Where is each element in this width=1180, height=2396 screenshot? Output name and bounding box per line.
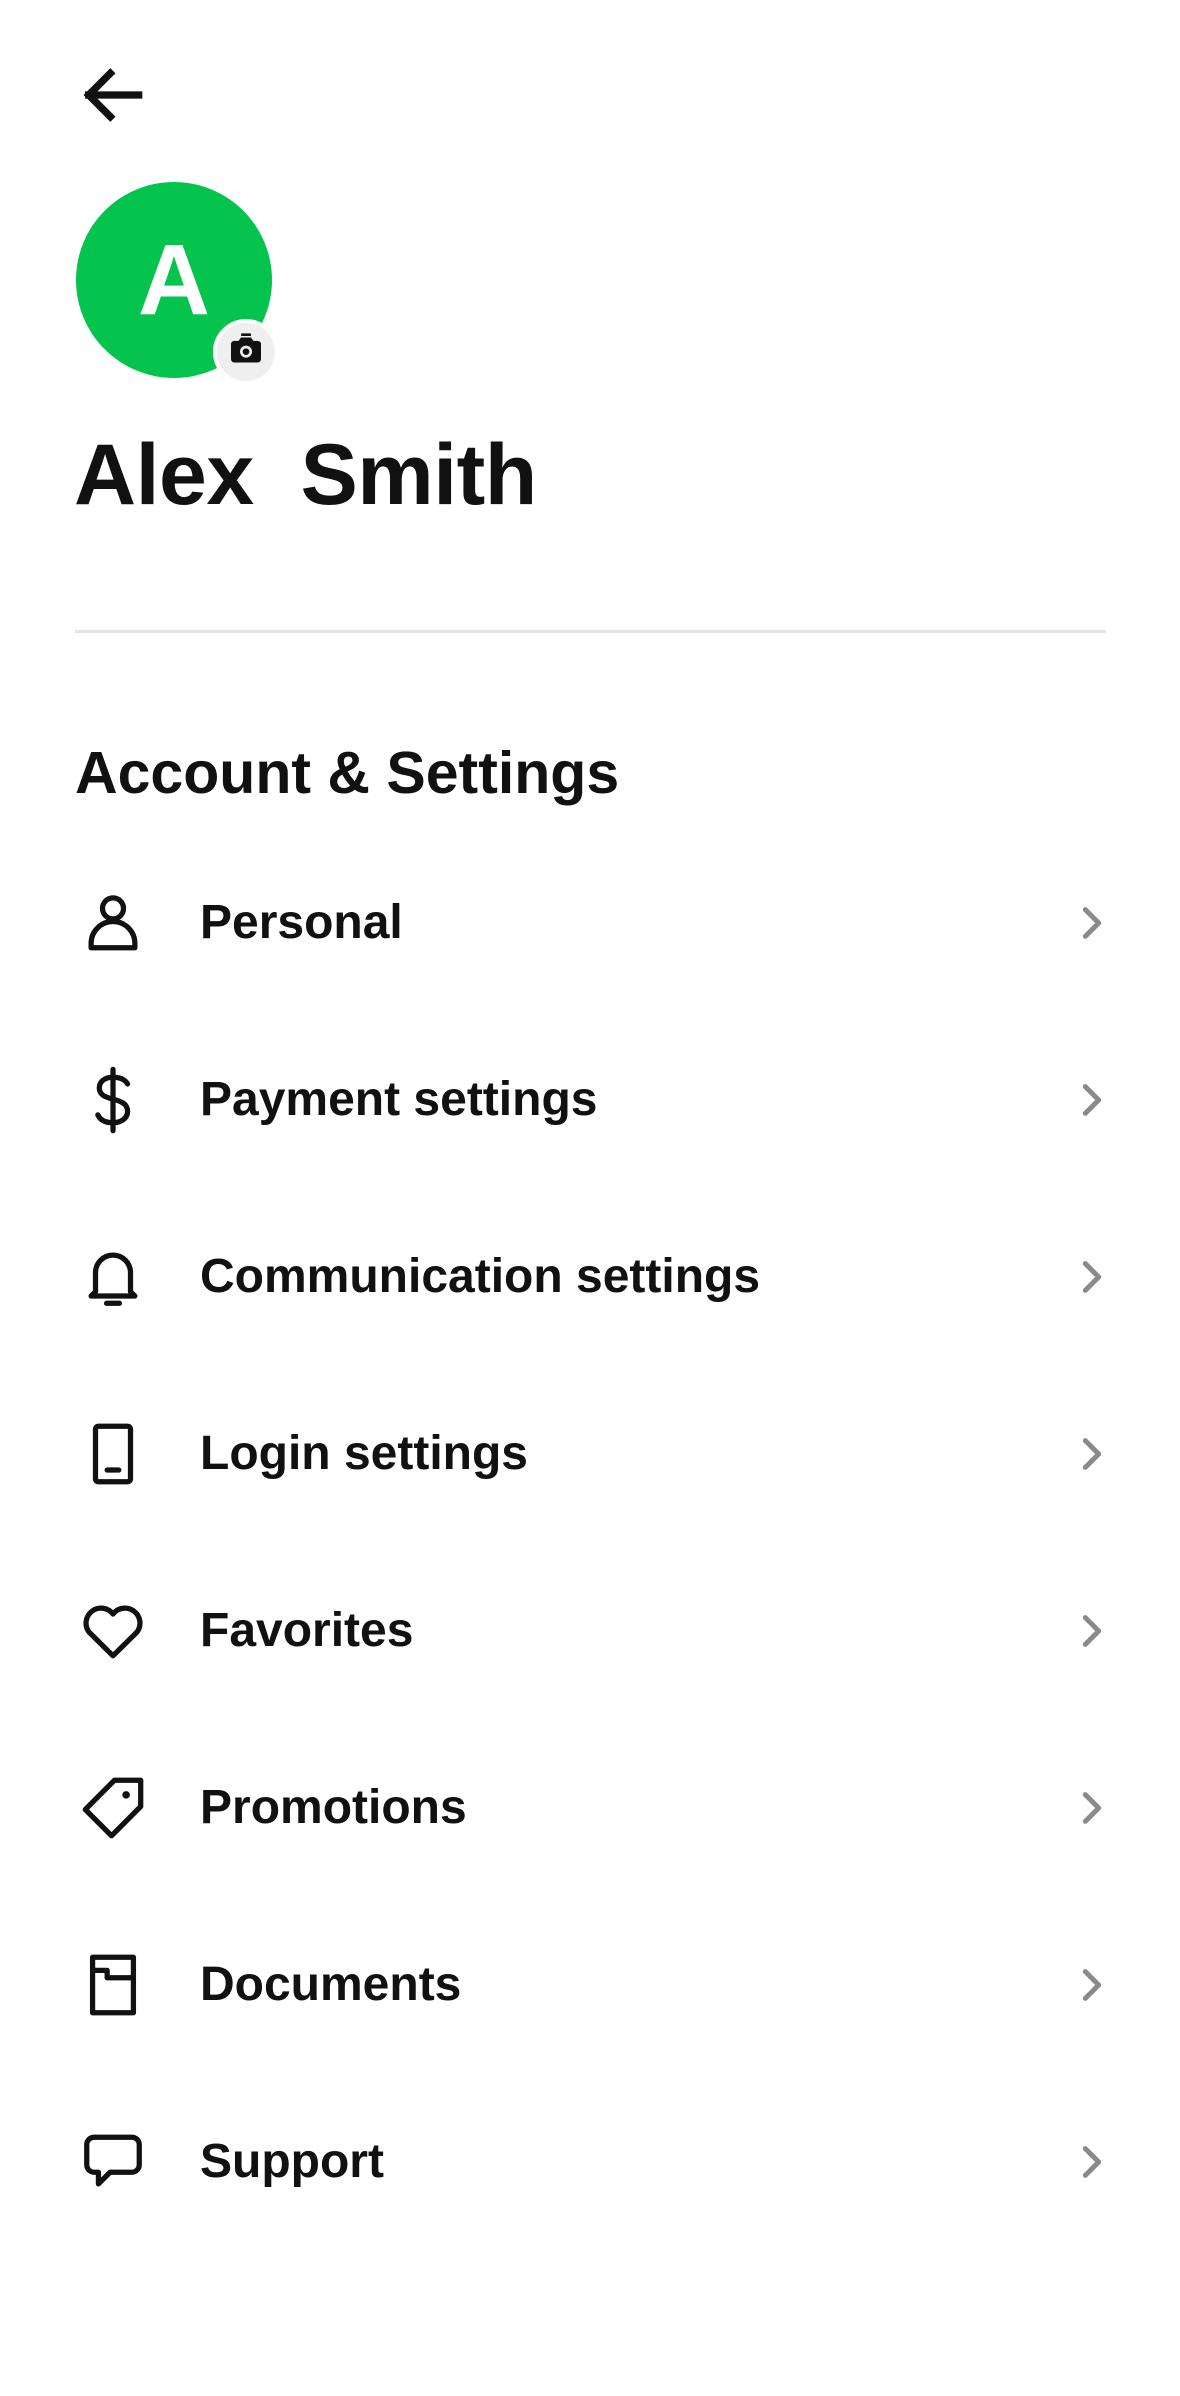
chevron-right-icon xyxy=(1072,1434,1112,1474)
chevron-right-icon xyxy=(1072,1788,1112,1828)
back-button[interactable] xyxy=(62,52,162,142)
menu-item-favorites[interactable]: Favorites xyxy=(0,1543,1180,1720)
menu-item-communication-settings[interactable]: Communication settings xyxy=(0,1189,1180,1366)
chevron-right-icon xyxy=(1072,2142,1112,2182)
phone-icon xyxy=(78,1419,148,1489)
menu-item-documents[interactable]: Documents xyxy=(0,1897,1180,2074)
menu-item-label: Personal xyxy=(200,896,403,949)
menu-item-promotions[interactable]: Promotions xyxy=(0,1720,1180,1897)
avatar-initial: A xyxy=(137,224,211,336)
menu-item-label: Login settings xyxy=(200,1427,528,1480)
bell-icon xyxy=(78,1242,148,1312)
divider xyxy=(75,630,1106,633)
menu-item-label: Payment settings xyxy=(200,1073,598,1126)
person-icon xyxy=(78,888,148,958)
menu-item-label: Documents xyxy=(200,1958,462,2011)
document-icon xyxy=(78,1950,148,2020)
menu-item-label: Promotions xyxy=(200,1781,467,1834)
chevron-right-icon xyxy=(1072,1611,1112,1651)
camera-icon xyxy=(226,330,266,375)
avatar-container[interactable]: A xyxy=(76,182,286,392)
menu-item-login-settings[interactable]: Login settings xyxy=(0,1366,1180,1543)
section-title: Account & Settings xyxy=(75,740,620,806)
chevron-right-icon xyxy=(1072,1257,1112,1297)
user-name: Alex Smith xyxy=(74,427,537,523)
chat-bubble-icon xyxy=(78,2127,148,2197)
menu-item-label: Favorites xyxy=(200,1604,414,1657)
chevron-right-icon xyxy=(1072,1965,1112,2005)
menu-item-support[interactable]: Support xyxy=(0,2074,1180,2251)
change-photo-button[interactable] xyxy=(213,319,279,385)
tag-icon xyxy=(78,1773,148,1843)
heart-icon xyxy=(78,1596,148,1666)
chevron-right-icon xyxy=(1072,1080,1112,1120)
chevron-right-icon xyxy=(1072,903,1112,943)
menu-item-payment-settings[interactable]: Payment settings xyxy=(0,1012,1180,1189)
settings-menu: Personal Payment settings Communication … xyxy=(0,835,1180,2251)
dollar-icon xyxy=(78,1065,148,1135)
arrow-left-icon xyxy=(72,55,152,140)
menu-item-personal[interactable]: Personal xyxy=(0,835,1180,1012)
menu-item-label: Communication settings xyxy=(200,1250,761,1303)
menu-item-label: Support xyxy=(200,2135,384,2188)
